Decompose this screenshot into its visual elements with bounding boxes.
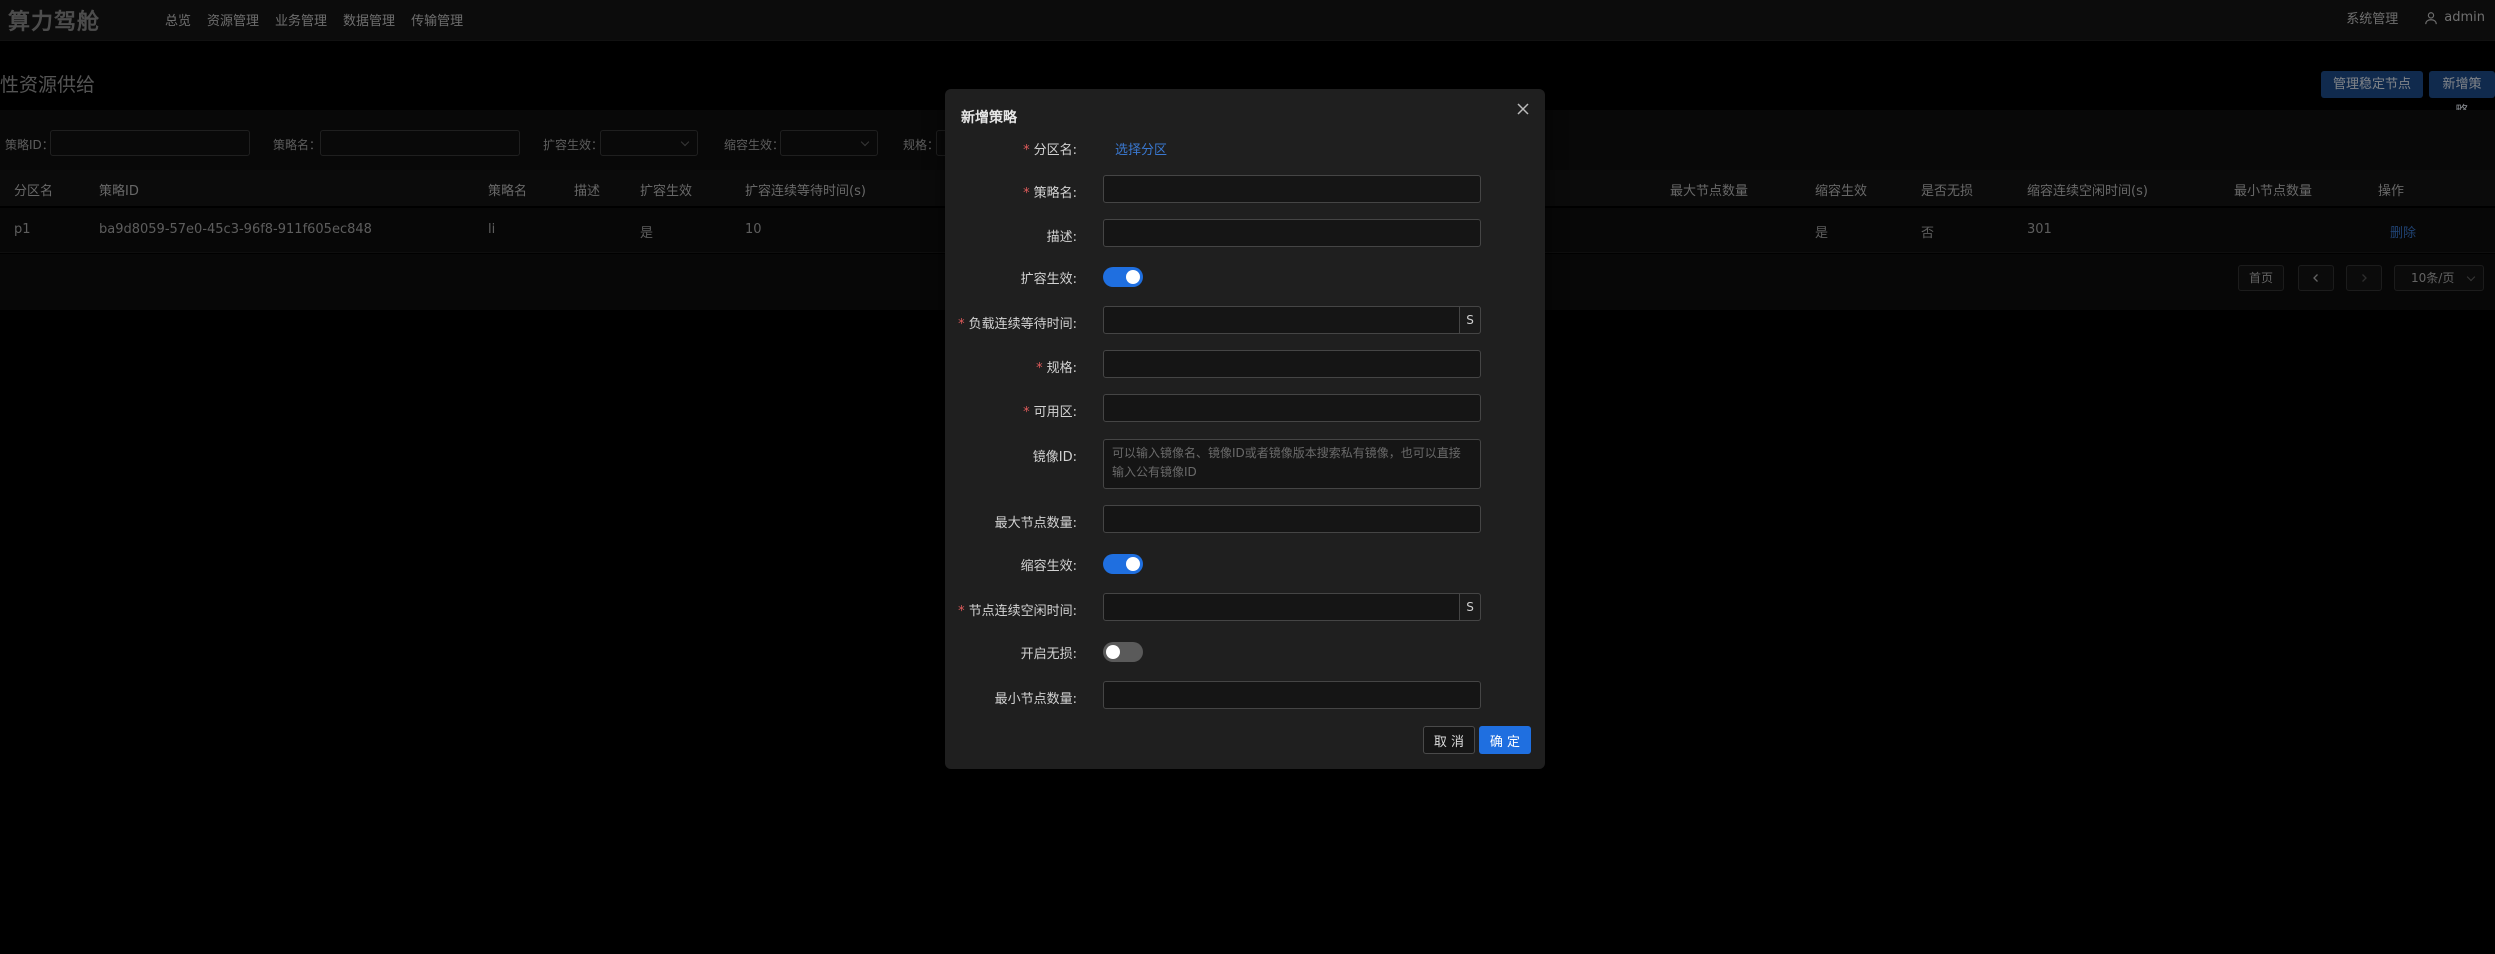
- scale-in-toggle[interactable]: [1103, 554, 1143, 574]
- seconds-suffix: S: [1459, 593, 1481, 621]
- label-scale-out: 扩容生效:: [1020, 272, 1077, 287]
- zone-input[interactable]: [1103, 394, 1481, 422]
- max-nodes-input[interactable]: [1103, 505, 1481, 533]
- label-load-wait: * 负载连续等待时间:: [958, 317, 1077, 332]
- confirm-button[interactable]: 确 定: [1479, 726, 1531, 754]
- cancel-button[interactable]: 取 消: [1423, 726, 1475, 754]
- description-input[interactable]: [1103, 219, 1481, 247]
- spec-input[interactable]: [1103, 350, 1481, 378]
- row-scale-in: 缩容生效:: [945, 548, 1545, 578]
- min-nodes-input[interactable]: [1103, 681, 1481, 709]
- label-policy-name: * 策略名:: [1023, 186, 1077, 201]
- label-image: 镜像ID:: [1032, 450, 1077, 465]
- label-lossless: 开启无损:: [1020, 647, 1077, 662]
- row-load-wait: * 负载连续等待时间: S: [945, 306, 1545, 336]
- scale-out-toggle[interactable]: [1103, 267, 1143, 287]
- label-idle-time: * 节点连续空闲时间:: [958, 604, 1077, 619]
- close-icon[interactable]: [1513, 99, 1533, 119]
- row-spec: * 规格:: [945, 350, 1545, 380]
- lossless-toggle[interactable]: [1103, 642, 1143, 662]
- label-partition: * 分区名:: [1023, 143, 1077, 158]
- row-image: 镜像ID: 可以输入镜像名、镜像ID或者镜像版本搜索私有镜像，也可以直接输入公有…: [945, 439, 1545, 489]
- label-zone: * 可用区:: [1023, 405, 1077, 420]
- new-policy-dialog: 新增策略 * 分区名: 选择分区 * 策略名: 描述: 扩容生效: * 负载连续等待时…: [945, 89, 1545, 769]
- label-spec: * 规格:: [1036, 361, 1077, 376]
- label-min-nodes: 最小节点数量:: [994, 692, 1077, 707]
- row-description: 描述:: [945, 219, 1545, 249]
- dialog-title: 新增策略: [961, 110, 1017, 126]
- policy-name-input[interactable]: [1103, 175, 1481, 203]
- row-partition: * 分区名: 选择分区: [945, 132, 1545, 162]
- label-description: 描述:: [1046, 230, 1077, 245]
- row-policy-name: * 策略名:: [945, 175, 1545, 205]
- load-wait-input[interactable]: [1103, 306, 1481, 334]
- label-max-nodes: 最大节点数量:: [994, 516, 1077, 531]
- row-lossless: 开启无损:: [945, 636, 1545, 666]
- select-partition-link[interactable]: 选择分区: [1115, 139, 1167, 158]
- row-idle-time: * 节点连续空闲时间: S: [945, 593, 1545, 623]
- row-min-nodes: 最小节点数量:: [945, 681, 1545, 711]
- seconds-suffix: S: [1459, 306, 1481, 334]
- row-max-nodes: 最大节点数量:: [945, 505, 1545, 535]
- idle-time-input[interactable]: [1103, 593, 1481, 621]
- row-scale-out: 扩容生效:: [945, 261, 1545, 291]
- row-zone: * 可用区:: [945, 394, 1545, 424]
- label-scale-in: 缩容生效:: [1020, 559, 1077, 574]
- image-id-textarea[interactable]: 可以输入镜像名、镜像ID或者镜像版本搜索私有镜像，也可以直接输入公有镜像ID: [1103, 439, 1481, 489]
